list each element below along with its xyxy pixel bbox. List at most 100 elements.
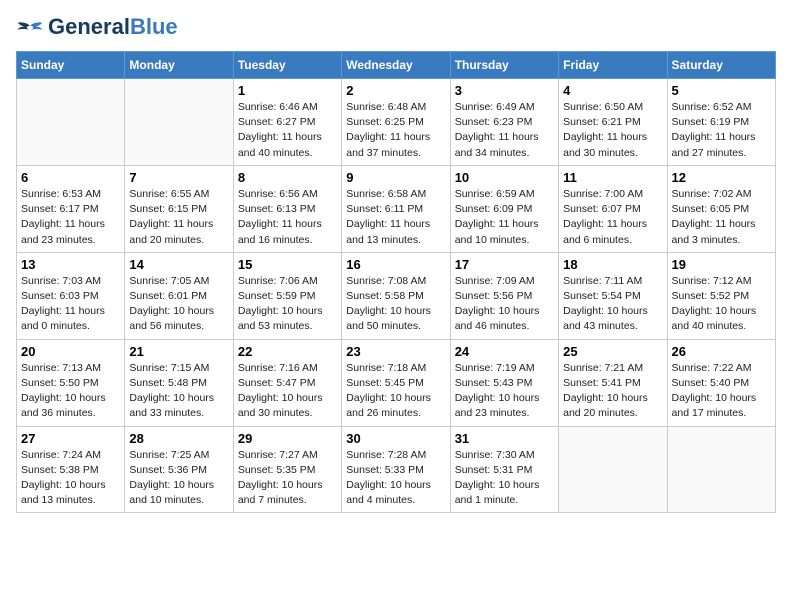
day-info: Sunrise: 7:11 AM Sunset: 5:54 PM Dayligh… xyxy=(563,274,662,335)
day-number: 29 xyxy=(238,431,337,446)
day-info: Sunrise: 6:52 AM Sunset: 6:19 PM Dayligh… xyxy=(672,100,771,161)
day-cell: 19 Sunrise: 7:12 AM Sunset: 5:52 PM Dayli… xyxy=(667,252,775,339)
day-number: 12 xyxy=(672,170,771,185)
day-cell: 4Sunrise: 6:50 AM Sunset: 6:21 PM Daylig… xyxy=(559,79,667,166)
day-info: Sunrise: 7:25 AM Sunset: 5:36 PM Dayligh… xyxy=(129,448,228,509)
col-header-monday: Monday xyxy=(125,52,233,79)
day-info: Sunrise: 7:13 AM Sunset: 5:50 PM Dayligh… xyxy=(21,361,120,422)
day-cell: 22 Sunrise: 7:16 AM Sunset: 5:47 PM Dayli… xyxy=(233,339,341,426)
day-cell: 2Sunrise: 6:48 AM Sunset: 6:25 PM Daylig… xyxy=(342,79,450,166)
day-info: Sunrise: 6:48 AM Sunset: 6:25 PM Dayligh… xyxy=(346,100,445,161)
day-number: 30 xyxy=(346,431,445,446)
day-cell: 5 Sunrise: 6:52 AM Sunset: 6:19 PM Daylig… xyxy=(667,79,775,166)
day-cell: 23Sunrise: 7:18 AM Sunset: 5:45 PM Dayli… xyxy=(342,339,450,426)
day-cell: 15 Sunrise: 7:06 AM Sunset: 5:59 PM Dayli… xyxy=(233,252,341,339)
week-row-3: 13 Sunrise: 7:03 AM Sunset: 6:03 PM Dayli… xyxy=(17,252,776,339)
day-info: Sunrise: 7:12 AM Sunset: 5:52 PM Dayligh… xyxy=(672,274,771,335)
col-header-friday: Friday xyxy=(559,52,667,79)
day-info: Sunrise: 7:05 AM Sunset: 6:01 PM Dayligh… xyxy=(129,274,228,335)
day-cell: 17Sunrise: 7:09 AM Sunset: 5:56 PM Dayli… xyxy=(450,252,558,339)
day-info: Sunrise: 6:58 AM Sunset: 6:11 PM Dayligh… xyxy=(346,187,445,248)
day-info: Sunrise: 6:55 AM Sunset: 6:15 PM Dayligh… xyxy=(129,187,228,248)
day-number: 22 xyxy=(238,344,337,359)
day-number: 27 xyxy=(21,431,120,446)
day-info: Sunrise: 7:16 AM Sunset: 5:47 PM Dayligh… xyxy=(238,361,337,422)
day-info: Sunrise: 7:03 AM Sunset: 6:03 PM Dayligh… xyxy=(21,274,120,335)
day-number: 10 xyxy=(455,170,554,185)
day-number: 17 xyxy=(455,257,554,272)
day-number: 28 xyxy=(129,431,228,446)
logo-general-text: GeneralBlue xyxy=(48,14,178,39)
day-number: 15 xyxy=(238,257,337,272)
day-number: 14 xyxy=(129,257,228,272)
day-info: Sunrise: 6:50 AM Sunset: 6:21 PM Dayligh… xyxy=(563,100,662,161)
day-cell xyxy=(667,426,775,513)
day-number: 3 xyxy=(455,83,554,98)
week-row-5: 27 Sunrise: 7:24 AM Sunset: 5:38 PM Dayli… xyxy=(17,426,776,513)
day-info: Sunrise: 7:06 AM Sunset: 5:59 PM Dayligh… xyxy=(238,274,337,335)
logo-bird-icon xyxy=(16,20,44,38)
day-cell: 29 Sunrise: 7:27 AM Sunset: 5:35 PM Dayli… xyxy=(233,426,341,513)
day-info: Sunrise: 7:21 AM Sunset: 5:41 PM Dayligh… xyxy=(563,361,662,422)
day-info: Sunrise: 7:22 AM Sunset: 5:40 PM Dayligh… xyxy=(672,361,771,422)
day-info: Sunrise: 6:56 AM Sunset: 6:13 PM Dayligh… xyxy=(238,187,337,248)
week-row-1: 1 Sunrise: 6:46 AM Sunset: 6:27 PM Daylig… xyxy=(17,79,776,166)
day-cell: 30 Sunrise: 7:28 AM Sunset: 5:33 PM Dayli… xyxy=(342,426,450,513)
day-info: Sunrise: 7:08 AM Sunset: 5:58 PM Dayligh… xyxy=(346,274,445,335)
day-number: 24 xyxy=(455,344,554,359)
day-cell: 6 Sunrise: 6:53 AM Sunset: 6:17 PM Daylig… xyxy=(17,165,125,252)
day-info: Sunrise: 7:28 AM Sunset: 5:33 PM Dayligh… xyxy=(346,448,445,509)
day-cell: 3 Sunrise: 6:49 AM Sunset: 6:23 PM Daylig… xyxy=(450,79,558,166)
day-cell: 28 Sunrise: 7:25 AM Sunset: 5:36 PM Dayli… xyxy=(125,426,233,513)
day-number: 25 xyxy=(563,344,662,359)
col-header-thursday: Thursday xyxy=(450,52,558,79)
day-info: Sunrise: 6:53 AM Sunset: 6:17 PM Dayligh… xyxy=(21,187,120,248)
day-cell xyxy=(125,79,233,166)
day-cell: 7 Sunrise: 6:55 AM Sunset: 6:15 PM Daylig… xyxy=(125,165,233,252)
day-cell: 16 Sunrise: 7:08 AM Sunset: 5:58 PM Dayli… xyxy=(342,252,450,339)
calendar-table: SundayMondayTuesdayWednesdayThursdayFrid… xyxy=(16,51,776,513)
day-info: Sunrise: 7:18 AM Sunset: 5:45 PM Dayligh… xyxy=(346,361,445,422)
day-info: Sunrise: 6:46 AM Sunset: 6:27 PM Dayligh… xyxy=(238,100,337,161)
day-cell: 10 Sunrise: 6:59 AM Sunset: 6:09 PM Dayli… xyxy=(450,165,558,252)
day-cell: 18 Sunrise: 7:11 AM Sunset: 5:54 PM Dayli… xyxy=(559,252,667,339)
day-info: Sunrise: 7:02 AM Sunset: 6:05 PM Dayligh… xyxy=(672,187,771,248)
page-header: GeneralBlue xyxy=(16,16,776,39)
day-number: 31 xyxy=(455,431,554,446)
week-row-4: 20 Sunrise: 7:13 AM Sunset: 5:50 PM Dayli… xyxy=(17,339,776,426)
day-cell: 20 Sunrise: 7:13 AM Sunset: 5:50 PM Dayli… xyxy=(17,339,125,426)
day-number: 9 xyxy=(346,170,445,185)
day-cell: 24Sunrise: 7:19 AM Sunset: 5:43 PM Dayli… xyxy=(450,339,558,426)
day-number: 16 xyxy=(346,257,445,272)
day-cell: 9 Sunrise: 6:58 AM Sunset: 6:11 PM Daylig… xyxy=(342,165,450,252)
day-cell: 31 Sunrise: 7:30 AM Sunset: 5:31 PM Dayli… xyxy=(450,426,558,513)
day-number: 26 xyxy=(672,344,771,359)
week-row-2: 6 Sunrise: 6:53 AM Sunset: 6:17 PM Daylig… xyxy=(17,165,776,252)
day-cell xyxy=(17,79,125,166)
col-header-wednesday: Wednesday xyxy=(342,52,450,79)
day-cell: 14 Sunrise: 7:05 AM Sunset: 6:01 PM Dayli… xyxy=(125,252,233,339)
day-cell: 25 Sunrise: 7:21 AM Sunset: 5:41 PM Dayli… xyxy=(559,339,667,426)
day-info: Sunrise: 7:27 AM Sunset: 5:35 PM Dayligh… xyxy=(238,448,337,509)
col-header-saturday: Saturday xyxy=(667,52,775,79)
day-info: Sunrise: 7:30 AM Sunset: 5:31 PM Dayligh… xyxy=(455,448,554,509)
day-info: Sunrise: 7:24 AM Sunset: 5:38 PM Dayligh… xyxy=(21,448,120,509)
day-number: 8 xyxy=(238,170,337,185)
day-number: 1 xyxy=(238,83,337,98)
day-number: 11 xyxy=(563,170,662,185)
logo: GeneralBlue xyxy=(16,16,178,39)
col-header-tuesday: Tuesday xyxy=(233,52,341,79)
day-cell: 8 Sunrise: 6:56 AM Sunset: 6:13 PM Daylig… xyxy=(233,165,341,252)
day-number: 13 xyxy=(21,257,120,272)
day-number: 18 xyxy=(563,257,662,272)
day-info: Sunrise: 7:15 AM Sunset: 5:48 PM Dayligh… xyxy=(129,361,228,422)
day-number: 6 xyxy=(21,170,120,185)
day-info: Sunrise: 7:00 AM Sunset: 6:07 PM Dayligh… xyxy=(563,187,662,248)
day-number: 20 xyxy=(21,344,120,359)
day-number: 19 xyxy=(672,257,771,272)
day-cell: 26 Sunrise: 7:22 AM Sunset: 5:40 PM Dayli… xyxy=(667,339,775,426)
day-info: Sunrise: 6:59 AM Sunset: 6:09 PM Dayligh… xyxy=(455,187,554,248)
day-number: 5 xyxy=(672,83,771,98)
day-info: Sunrise: 6:49 AM Sunset: 6:23 PM Dayligh… xyxy=(455,100,554,161)
day-number: 7 xyxy=(129,170,228,185)
